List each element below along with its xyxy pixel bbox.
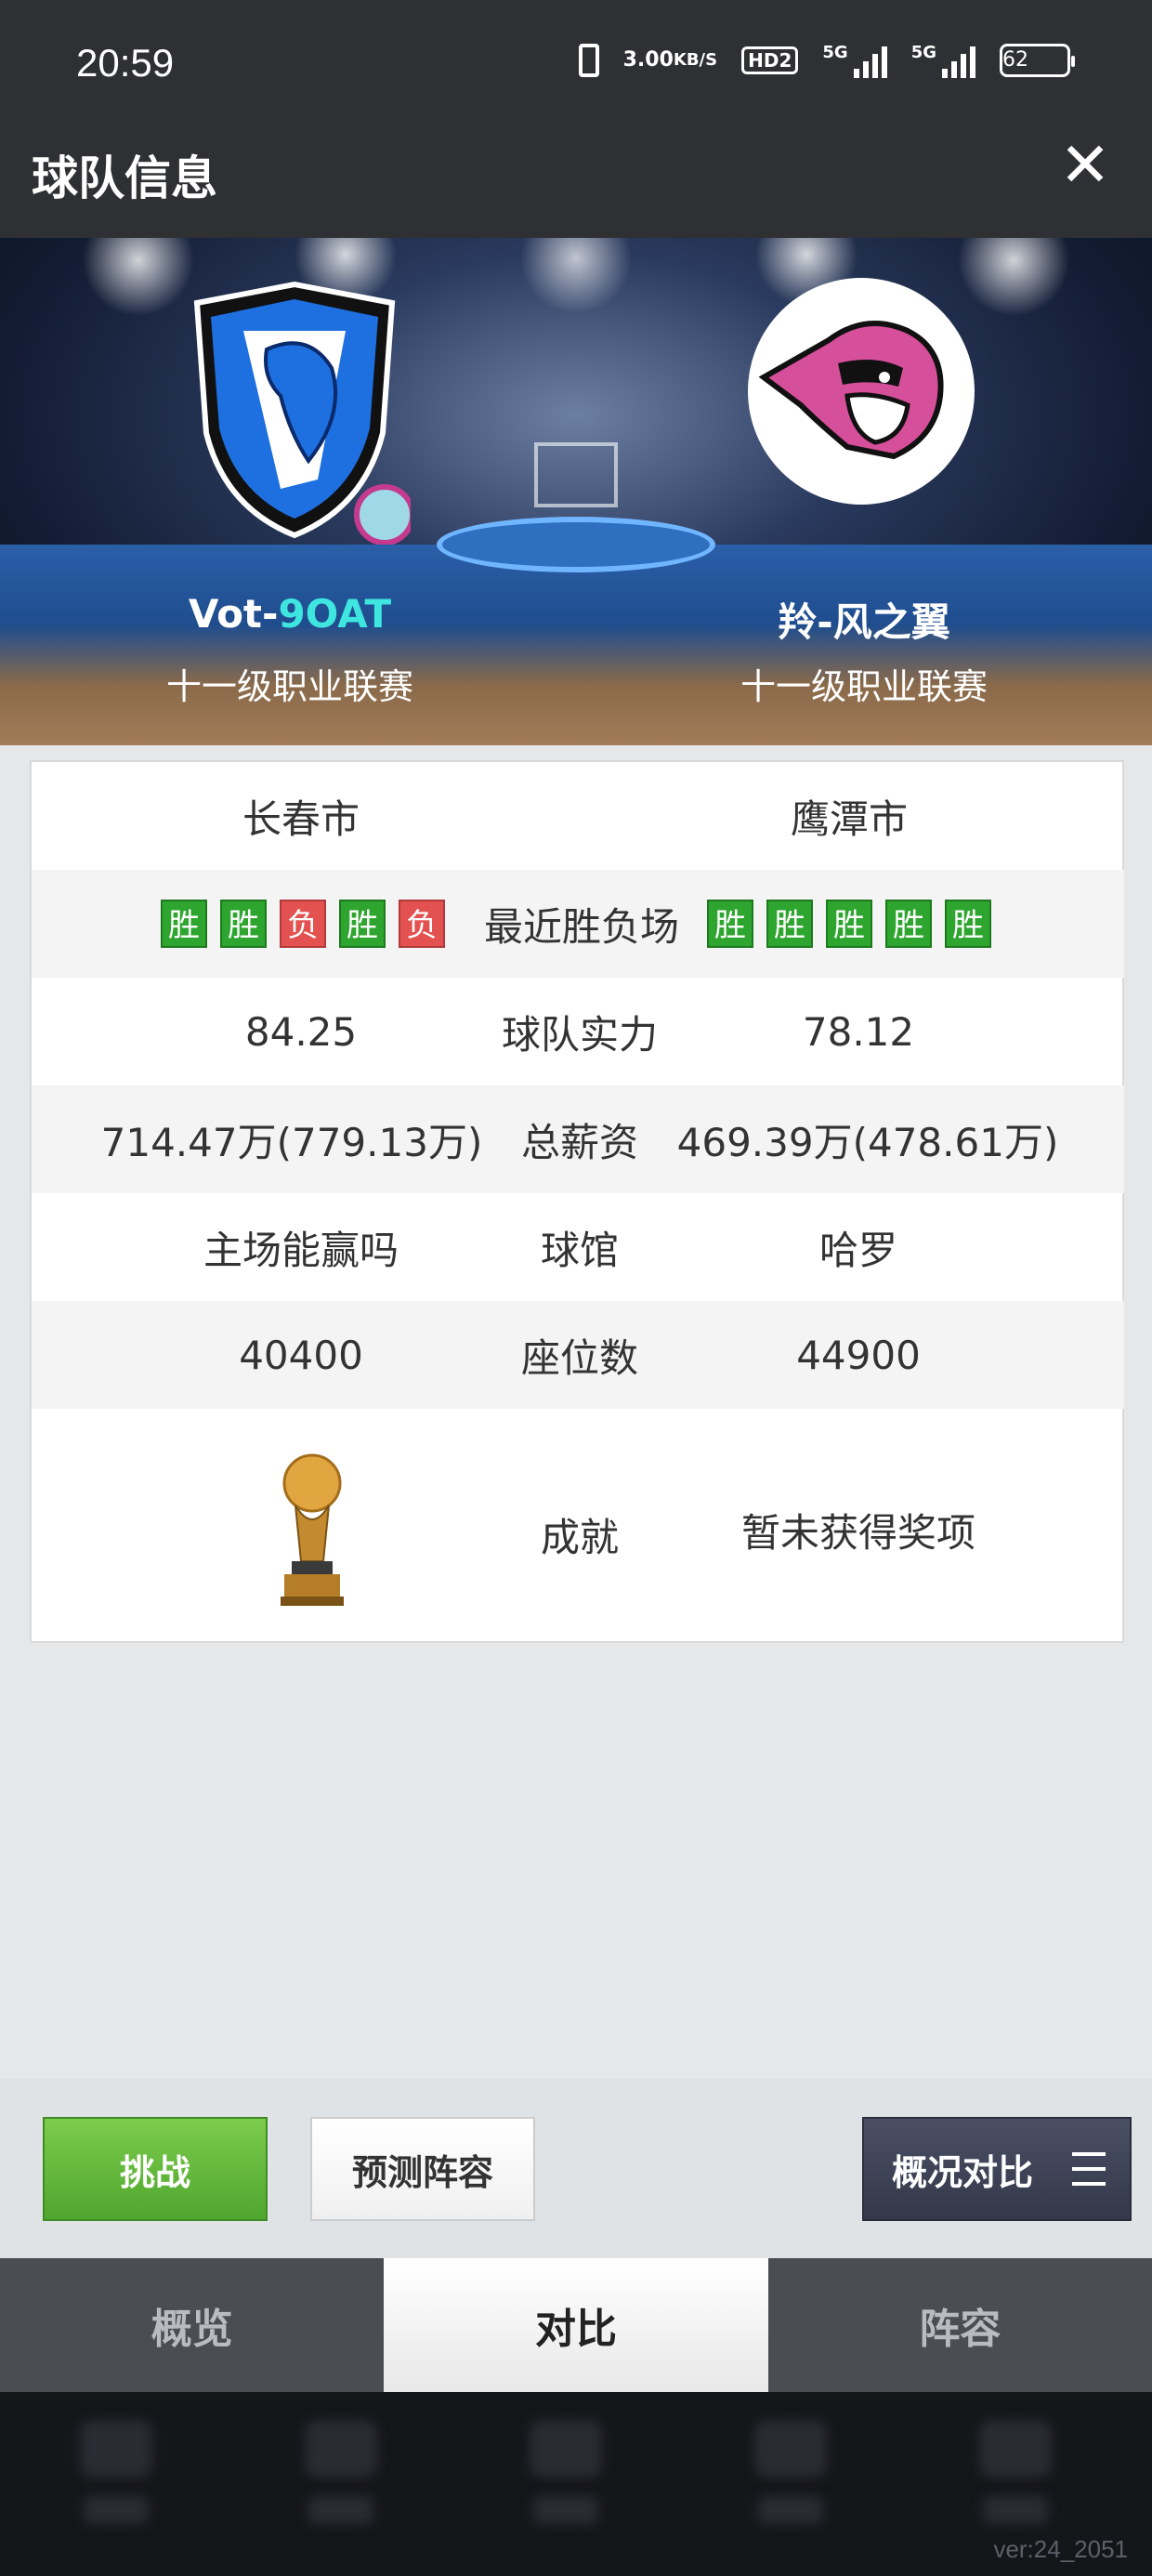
signal-icon-sim2: 5G (911, 43, 975, 78)
pink-gorilla-logo (748, 278, 975, 505)
nav-item-blurred[interactable] (299, 2420, 383, 2541)
battery-icon: 62 (1000, 44, 1075, 77)
achievement-right: 暂未获得奖项 (740, 1510, 975, 1556)
record-badge-win: 胜 (220, 900, 267, 948)
sim1-label: 5G (822, 43, 848, 62)
status-time: 20:59 (76, 41, 175, 85)
vibrate-icon (578, 44, 599, 77)
comparison-card: 长春市 鹰潭市 胜胜负胜负 最近胜负场 胜胜胜胜胜 84.25 球队实力 78.… (30, 760, 1124, 1643)
row-strength: 84.25 球队实力 78.12 (32, 978, 1124, 1085)
hd-icon: HD2 (741, 46, 799, 74)
page-title: 球队信息 (32, 151, 217, 205)
team-banner: Vot-9OAT 十一级职业联赛 羚-风之翼 十一级职业联赛 (0, 238, 1152, 745)
city-left: 长春市 (242, 795, 360, 842)
blue-dragon-shield-logo (193, 281, 411, 545)
record-badge-win: 胜 (161, 900, 207, 948)
overview-compare-label: 概况对比 (892, 2151, 1034, 2193)
nav-item-blurred[interactable] (749, 2420, 832, 2541)
record-badge-win: 胜 (707, 900, 753, 948)
seats-left: 40400 (239, 1332, 363, 1378)
recent-label: 最近胜负场 (483, 903, 679, 950)
record-badge-win: 胜 (945, 900, 991, 948)
row-seats: 40400 座位数 44900 (32, 1301, 1124, 1409)
arena-lights (0, 238, 1152, 349)
city-right: 鹰潭市 (790, 795, 908, 842)
network-speed: 3.00 KB/S (622, 48, 718, 72)
record-badge-loss: 负 (280, 900, 326, 948)
row-recent-record: 胜胜负胜负 最近胜负场 胜胜胜胜胜 (32, 870, 1124, 978)
status-bar: 20:59 3.00 KB/S HD2 5G 5G 62 (0, 0, 1152, 102)
tab-overview[interactable]: 概览 (0, 2258, 384, 2392)
arena-left: 主场能赢吗 (203, 1227, 399, 1273)
team-right-name: 羚-风之翼 (778, 599, 950, 645)
row-city: 长春市 鹰潭市 (32, 762, 1124, 870)
app-header: 球队信息 ✕ (0, 102, 1152, 238)
action-bar: 挑战 预测阵容 概况对比 (0, 2078, 1152, 2258)
row-arena: 主场能赢吗 球馆 哈罗 (32, 1193, 1124, 1301)
nav-item-blurred[interactable] (74, 2420, 158, 2541)
tab-bar: 概览 对比 阵容 (0, 2258, 1152, 2392)
record-badge-win: 胜 (766, 900, 813, 948)
salary-label: 总薪资 (520, 1119, 638, 1165)
tab-lineup[interactable]: 阵容 (768, 2258, 1152, 2392)
team-left-name-prefix: Vot- (188, 591, 279, 637)
status-icons: 3.00 KB/S HD2 5G 5G 62 (578, 43, 1075, 78)
nav-item-blurred[interactable] (974, 2420, 1057, 2541)
tab-compare[interactable]: 对比 (384, 2258, 768, 2392)
record-badge-win: 胜 (885, 900, 932, 948)
recent-right: 胜胜胜胜胜 (700, 900, 998, 948)
network-speed-unit: KB/S (673, 50, 718, 70)
seats-right: 44900 (796, 1332, 921, 1378)
close-icon[interactable]: ✕ (1055, 135, 1115, 197)
arena-right: 哈罗 (818, 1227, 897, 1273)
team-right-league: 十一级职业联赛 (740, 666, 988, 707)
version-label: ver:24_2051 (993, 2535, 1128, 2563)
predict-lineup-button[interactable]: 预测阵容 (310, 2117, 535, 2221)
menu-icon (1072, 2152, 1106, 2186)
recent-left: 胜胜负胜负 (154, 900, 452, 948)
bottom-nav (0, 2392, 1152, 2576)
trophy-icon (281, 1453, 344, 1606)
strength-left: 84.25 (244, 1008, 358, 1055)
basket-hoop (534, 442, 618, 507)
row-achievement: 成就 暂未获得奖项 (32, 1409, 1124, 1641)
network-speed-value: 3.00 (622, 48, 674, 72)
challenge-button[interactable]: 挑战 (43, 2117, 268, 2221)
nav-item-blurred[interactable] (524, 2420, 608, 2541)
team-left-league: 十一级职业联赛 (165, 666, 413, 707)
team-left-name-suffix: 9OAT (278, 591, 392, 637)
record-badge-win: 胜 (826, 900, 872, 948)
team-left-name: Vot-9OAT (104, 591, 476, 637)
sim2-label: 5G (910, 43, 936, 62)
strength-right: 78.12 (802, 1008, 915, 1055)
signal-icon-sim1: 5G (822, 43, 887, 78)
court-circle (437, 517, 715, 572)
salary-right: 469.39万(478.61万) (676, 1119, 1059, 1165)
salary-left: 714.47万(779.13万) (100, 1119, 483, 1165)
record-badge-loss: 负 (399, 900, 445, 948)
record-badge-win: 胜 (339, 900, 386, 948)
row-salary: 714.47万(779.13万) 总薪资 469.39万(478.61万) (32, 1085, 1124, 1193)
overview-compare-button[interactable]: 概况对比 (862, 2117, 1132, 2221)
